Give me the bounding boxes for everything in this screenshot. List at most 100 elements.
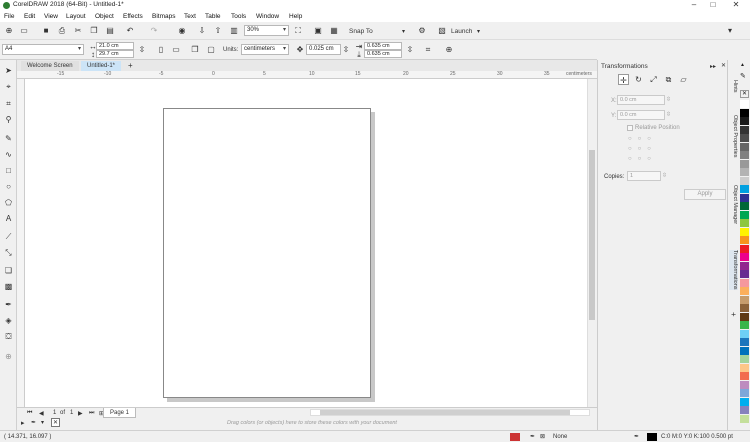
- transparency-tool-icon[interactable]: ▩: [2, 280, 15, 293]
- pick-tool-icon[interactable]: ➤: [2, 64, 15, 77]
- menu-bitmaps[interactable]: Bitmaps: [152, 13, 175, 20]
- undo-icon[interactable]: ↶: [124, 25, 136, 37]
- zoom-page-icon[interactable]: ▦: [328, 25, 340, 37]
- size-transform-icon[interactable]: ⧉: [663, 74, 674, 85]
- palette-swatch[interactable]: [740, 346, 749, 355]
- drawing-canvas[interactable]: [25, 79, 587, 407]
- menu-view[interactable]: View: [44, 13, 58, 20]
- dup-spinner-icon[interactable]: ⇳: [404, 44, 416, 56]
- palette-swatch[interactable]: [740, 372, 749, 380]
- palette-scroll-up-icon[interactable]: ▲: [740, 62, 745, 68]
- parallel-dimension-icon[interactable]: ⟋: [2, 230, 15, 243]
- all-pages-icon[interactable]: ❐: [189, 44, 201, 56]
- landscape-icon[interactable]: ▭: [170, 44, 182, 56]
- menu-window[interactable]: Window: [256, 13, 279, 20]
- palette-swatch[interactable]: [740, 329, 749, 338]
- menu-help[interactable]: Help: [289, 13, 302, 20]
- duplicate-y-input[interactable]: 0.635 cm: [364, 50, 402, 58]
- palette-swatch[interactable]: [740, 338, 749, 346]
- palette-swatch[interactable]: [740, 227, 749, 236]
- paste-icon[interactable]: ▤: [104, 25, 116, 37]
- page-tab-1[interactable]: Page 1: [103, 408, 137, 418]
- export-icon[interactable]: ⇧: [212, 25, 224, 37]
- polygon-tool-icon[interactable]: ⬠: [2, 196, 15, 209]
- menu-text[interactable]: Text: [184, 13, 196, 20]
- relative-position-checkbox[interactable]: [627, 125, 633, 131]
- treat-as-filled-icon[interactable]: ⌗: [422, 44, 434, 56]
- y-position-input[interactable]: 0.0 cm: [617, 110, 665, 120]
- full-screen-icon[interactable]: ⛶: [292, 25, 304, 37]
- palette-swatch[interactable]: [740, 193, 749, 202]
- page-size-select[interactable]: A4: [2, 44, 84, 55]
- palette-swatch[interactable]: [740, 108, 749, 117]
- snap-to-menu[interactable]: Snap To: [349, 28, 373, 35]
- add-tool-icon[interactable]: ⊕: [2, 350, 15, 363]
- zoom-tool-icon[interactable]: ⚲: [2, 113, 15, 126]
- palette-swatch[interactable]: [740, 278, 749, 287]
- palette-swatch[interactable]: [740, 295, 749, 304]
- document-page[interactable]: [163, 108, 371, 398]
- tab-transformations[interactable]: Transformations: [729, 250, 738, 290]
- add-preset-icon[interactable]: ⊕: [443, 44, 455, 56]
- palette-swatch[interactable]: [740, 176, 749, 185]
- palette-swatch[interactable]: [740, 244, 749, 253]
- scale-mirror-icon[interactable]: ⤢: [648, 74, 659, 85]
- palette-swatch[interactable]: [740, 304, 749, 312]
- new-tab-icon[interactable]: +: [125, 61, 136, 71]
- palette-swatch[interactable]: [740, 270, 749, 278]
- nudge-spinner-icon[interactable]: ⇳: [340, 44, 352, 56]
- tab-untitled-1[interactable]: Untitled-1*: [81, 61, 122, 71]
- palette-swatch[interactable]: [740, 261, 749, 270]
- palette-swatch[interactable]: [740, 312, 749, 321]
- redo-icon[interactable]: ↷: [148, 25, 160, 37]
- horizontal-scroll-thumb[interactable]: [320, 410, 570, 415]
- palette-swatch[interactable]: [740, 219, 749, 227]
- launch-menu[interactable]: Launch: [451, 28, 472, 35]
- tab-hints[interactable]: Hints: [729, 80, 738, 93]
- open-icon[interactable]: ▭: [18, 25, 30, 37]
- palette-swatch[interactable]: [740, 142, 749, 151]
- palette-swatch[interactable]: [740, 159, 749, 168]
- launch-chevron-icon[interactable]: ▾: [477, 28, 480, 35]
- rectangle-tool-icon[interactable]: □: [2, 164, 15, 177]
- import-icon[interactable]: ⇩: [196, 25, 208, 37]
- palette-swatch[interactable]: [740, 185, 749, 193]
- skew-transform-icon[interactable]: ▱: [678, 74, 689, 85]
- palette-swatch[interactable]: [740, 380, 749, 389]
- add-docker-icon[interactable]: +: [729, 312, 738, 317]
- docker-menu-icon[interactable]: ▸▸: [710, 63, 716, 70]
- units-select[interactable]: centimeters: [241, 44, 289, 55]
- portrait-icon[interactable]: ▯: [155, 44, 167, 56]
- x-spinner-icon[interactable]: ⇳: [666, 96, 671, 103]
- fill-pen-icon[interactable]: ✒: [530, 433, 535, 440]
- palette-swatch[interactable]: [740, 321, 749, 329]
- palette-pen-icon[interactable]: ✎: [740, 72, 746, 80]
- current-page-number[interactable]: 1: [53, 410, 56, 416]
- interactive-fill-icon[interactable]: ◈: [2, 314, 15, 327]
- menu-table[interactable]: Table: [205, 13, 221, 20]
- vertical-scroll-thumb[interactable]: [589, 150, 595, 320]
- tab-object-properties[interactable]: Object Properties: [729, 115, 738, 158]
- freehand-tool-icon[interactable]: ✎: [2, 132, 15, 145]
- palette-swatch[interactable]: [740, 125, 749, 134]
- palette-swatch[interactable]: [740, 168, 749, 176]
- publish-pdf-icon[interactable]: ▥: [228, 25, 240, 37]
- artistic-media-icon[interactable]: ∿: [2, 148, 15, 161]
- zoom-level-select[interactable]: 30%: [244, 25, 289, 36]
- menu-file[interactable]: File: [4, 13, 14, 20]
- page-height-input[interactable]: 29.7 cm: [96, 50, 134, 58]
- menu-effects[interactable]: Effects: [123, 13, 143, 20]
- copies-input[interactable]: 1: [627, 171, 661, 181]
- close-button[interactable]: ✕: [728, 0, 744, 11]
- eyedropper-small-icon[interactable]: ✒: [31, 419, 36, 426]
- position-transform-icon[interactable]: ✛: [618, 74, 629, 85]
- snap-chevron-icon[interactable]: ▾: [402, 28, 405, 35]
- new-document-icon[interactable]: ⊕: [3, 25, 15, 37]
- launch-icon[interactable]: ▧: [436, 25, 448, 37]
- outline-color-swatch[interactable]: [647, 433, 657, 441]
- anchor-grid[interactable]: ○○○ ○○○ ○○○: [628, 134, 657, 164]
- drop-shadow-icon[interactable]: ❏: [2, 264, 15, 277]
- palette-swatch[interactable]: [740, 397, 749, 406]
- tab-object-manager[interactable]: Object Manager: [729, 185, 738, 224]
- docker-close-icon[interactable]: ✕: [721, 62, 726, 69]
